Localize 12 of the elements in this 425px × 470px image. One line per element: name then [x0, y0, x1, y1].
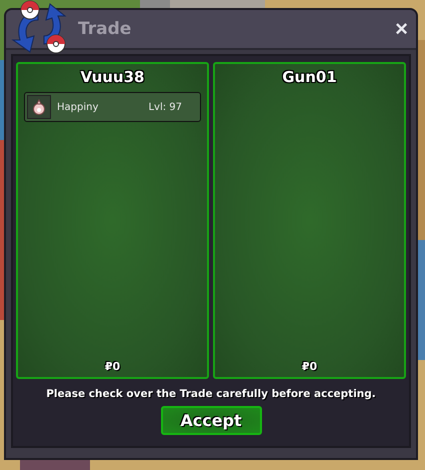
player-name: Gun01 [281, 68, 338, 86]
warning-message: Please check over the Trade carefully before accepting. [46, 388, 376, 400]
pokemon-name: Happiny [57, 102, 100, 112]
pokemon-item[interactable]: Happiny Lvl: 97 [24, 92, 201, 122]
window-title: Trade [78, 19, 132, 39]
money-amount: ₽0 [104, 360, 122, 373]
pokemon-level: Lvl: 97 [148, 102, 182, 112]
pokemon-icon [27, 95, 51, 119]
player-name: Vuuu38 [80, 68, 146, 86]
accept-button[interactable]: Accept [160, 406, 262, 435]
close-button[interactable]: × [393, 18, 410, 40]
money-amount: ₽0 [300, 360, 318, 373]
